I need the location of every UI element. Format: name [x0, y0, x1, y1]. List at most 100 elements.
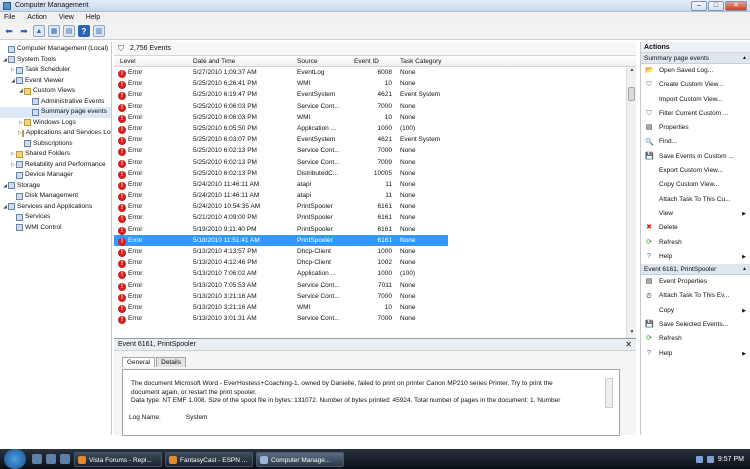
tree-node[interactable]: ▷ Reliability and Performance: [0, 160, 111, 171]
action-item[interactable]: 💾 Save Selected Events...: [641, 318, 750, 332]
switch-windows-icon[interactable]: [60, 454, 70, 464]
tab-details[interactable]: Details: [156, 357, 186, 367]
action-item[interactable]: Copy ▶: [641, 304, 750, 318]
event-row[interactable]: ! Error 5/24/2010 11:46:11 AM atapi 11 None: [114, 179, 636, 190]
tree-node[interactable]: ▷ Applications and Services Logs: [0, 128, 111, 139]
event-row[interactable]: ! Error 5/25/2010 6:06:03 PM Service Cont..…: [114, 101, 636, 112]
event-row[interactable]: ! Error 5/25/2010 6:03:07 PM EventSystem 462…: [114, 134, 636, 146]
menu-action[interactable]: Action: [27, 14, 46, 21]
tree-node[interactable]: ◢ Services and Applications: [0, 202, 111, 213]
minimize-button[interactable]: –: [691, 1, 707, 11]
column-event-id[interactable]: Event ID: [354, 58, 379, 65]
scroll-up-icon[interactable]: ▲: [627, 67, 637, 76]
action-item[interactable]: ? Help ▶: [641, 347, 750, 361]
action-item[interactable]: 🔍 Find...: [641, 135, 750, 149]
event-row[interactable]: ! Error 5/13/2010 3:01:31 AM Service Cont..…: [114, 313, 636, 325]
tree-node[interactable]: Summary page events: [0, 107, 111, 118]
close-detail-icon[interactable]: ✕: [625, 339, 632, 351]
event-row[interactable]: ! Error 5/13/2010 4:12:46 PM Dhcp-Client 100…: [114, 257, 636, 269]
tree-node[interactable]: Computer Management (Local): [0, 44, 111, 55]
event-row[interactable]: ! Error 5/25/2010 6:19:47 PM EventSystem 462…: [114, 89, 636, 101]
tree-node[interactable]: ▷ Windows Logs: [0, 118, 111, 129]
scroll-thumb[interactable]: [628, 87, 635, 101]
tree-node[interactable]: ◢ Storage: [0, 181, 111, 192]
tree-node[interactable]: Device Manager: [0, 170, 111, 181]
forward-arrow-icon[interactable]: ➡: [18, 25, 30, 37]
event-row[interactable]: ! Error 5/25/2010 6:06:03 PM WMI 10 None: [114, 112, 636, 123]
event-row[interactable]: ! Error 5/25/2010 6:02:13 PM DistributedC..…: [114, 168, 636, 179]
back-arrow-icon[interactable]: ⬅: [3, 25, 15, 37]
collapse-icon[interactable]: ▲: [742, 53, 747, 64]
event-row[interactable]: ! Error 5/25/2010 6:05:50 PM Application ..…: [114, 123, 636, 134]
menu-help[interactable]: Help: [86, 14, 100, 21]
start-button[interactable]: [4, 449, 26, 469]
collapse-icon[interactable]: ▲: [742, 264, 747, 275]
event-row[interactable]: ! Error 5/18/2010 11:51:41 AM PrintSpooler 6…: [114, 234, 448, 246]
event-row[interactable]: ! Error 5/25/2010 6:02:13 PM Service Cont..…: [114, 145, 636, 157]
show-hide-action-pane-icon[interactable]: ▥: [93, 25, 105, 37]
tree-node[interactable]: ◢ System Tools: [0, 55, 111, 66]
tree-node[interactable]: WMI Control: [0, 223, 111, 234]
action-item[interactable]: 📂 Open Saved Log...: [641, 64, 750, 78]
event-row[interactable]: ! Error 5/13/2010 7:06:02 AM Application ..…: [114, 268, 636, 280]
scroll-down-icon[interactable]: ▼: [627, 329, 637, 338]
taskbar-task-computer-management[interactable]: Computer Manage...: [256, 451, 344, 467]
action-item[interactable]: ✖ Delete: [641, 221, 750, 235]
show-hide-tree-icon[interactable]: ▦: [48, 25, 60, 37]
network-icon[interactable]: [695, 455, 703, 463]
event-row[interactable]: ! Error 5/19/2010 9:11:40 PM PrintSpooler 61…: [114, 224, 636, 235]
tree-node[interactable]: ▷ Task Scheduler: [0, 65, 111, 76]
volume-icon[interactable]: [706, 455, 714, 463]
event-list-scrollbar[interactable]: ▲ ▼: [626, 67, 636, 338]
action-item[interactable]: ? Help ▶: [641, 250, 750, 264]
event-row[interactable]: ! Error 5/21/2010 4:09:00 PM PrintSpooler 61…: [114, 212, 636, 224]
tree-node[interactable]: Administrative Events: [0, 97, 111, 108]
event-row[interactable]: ! Error 5/25/2010 6:26:41 PM WMI 10 None: [114, 78, 636, 90]
show-desktop-icon[interactable]: [32, 454, 42, 464]
action-item[interactable]: ⏲ Attach Task To This Ev...: [641, 289, 750, 303]
action-item[interactable]: ⟳ Refresh: [641, 236, 750, 250]
maximize-button[interactable]: □: [708, 1, 724, 11]
action-item[interactable]: ⛉ Create Custom View...: [641, 78, 750, 92]
event-row[interactable]: ! Error 5/13/2010 3:21:16 AM WMI 10 None: [114, 302, 636, 313]
column-task-category[interactable]: Task Category: [400, 58, 442, 65]
tree-node[interactable]: ◢ Custom Views: [0, 86, 111, 97]
tree-node[interactable]: Subscriptions: [0, 139, 111, 150]
tree-node[interactable]: ◢ Event Viewer: [0, 76, 111, 87]
tab-general[interactable]: General: [122, 357, 156, 367]
column-source[interactable]: Source: [297, 58, 318, 65]
event-message[interactable]: The document Microsoft Word - EverHostes…: [131, 380, 611, 406]
action-item[interactable]: 💾 Save Events in Custom ...: [641, 150, 750, 164]
message-scrollbar[interactable]: [605, 378, 613, 408]
up-folder-icon[interactable]: ▲: [33, 25, 45, 37]
action-item[interactable]: ▤ Properties: [641, 121, 750, 135]
column-date-time[interactable]: Date and Time: [193, 58, 235, 65]
action-item[interactable]: ▤ Event Properties: [641, 275, 750, 289]
event-row[interactable]: ! Error 5/13/2010 3:21:16 AM Service Cont..…: [114, 291, 636, 302]
help-icon[interactable]: ?: [78, 25, 90, 37]
tree-node[interactable]: Disk Management: [0, 191, 111, 202]
ie-icon[interactable]: [46, 454, 56, 464]
tree-node[interactable]: Services: [0, 212, 111, 223]
action-item[interactable]: Attach Task To This Cu...: [641, 193, 750, 207]
action-item[interactable]: ⛉ Filter Current Custom ...: [641, 107, 750, 121]
actions-section-header[interactable]: Summary page events ▲: [641, 53, 750, 64]
menu-file[interactable]: File: [4, 14, 15, 21]
taskbar-task-fantasycast[interactable]: FantasyCast - ESPN ...: [165, 451, 253, 467]
event-row[interactable]: ! Error 5/13/2010 7:05:53 AM Service Cont..…: [114, 280, 636, 291]
event-row[interactable]: ! Error 5/24/2010 10:54:35 AM PrintSpooler 6…: [114, 201, 636, 213]
close-button[interactable]: ✕: [725, 1, 747, 11]
column-level[interactable]: Level: [120, 58, 136, 65]
action-item[interactable]: Import Custom View...: [641, 93, 750, 107]
clock[interactable]: 9:57 PM: [718, 456, 744, 463]
action-item[interactable]: View ▶: [641, 207, 750, 221]
menu-view[interactable]: View: [59, 14, 74, 21]
event-row[interactable]: ! Error 5/25/2010 6:02:13 PM Service Cont..…: [114, 157, 636, 168]
event-row[interactable]: ! Error 5/24/2010 11:46:11 AM atapi 11 None: [114, 190, 636, 202]
properties-icon[interactable]: ▤: [63, 25, 75, 37]
taskbar-task-vista-forums[interactable]: Vista Forums - Repl...: [74, 451, 162, 467]
tree-node[interactable]: ▷ Shared Folders: [0, 149, 111, 160]
action-item[interactable]: ⟳ Refresh: [641, 332, 750, 346]
event-row[interactable]: ! Error 5/27/2010 1:09:37 AM EventLog 6008 No…: [114, 67, 636, 78]
action-item[interactable]: Copy Custom View...: [641, 178, 750, 192]
